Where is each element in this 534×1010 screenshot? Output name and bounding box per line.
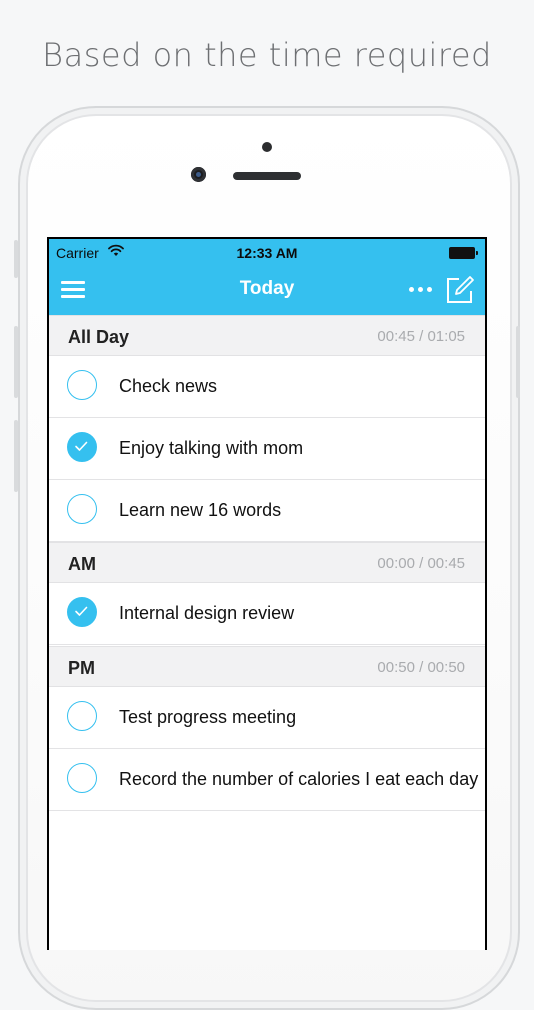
task-label: Record the number of calories I eat each… — [119, 769, 479, 789]
section-title: AM — [68, 554, 96, 574]
task-checkbox[interactable] — [67, 763, 97, 793]
task-label: Test progress meeting — [119, 707, 297, 727]
task-row[interactable]: Check news — [49, 356, 485, 418]
nav-bar: Today — [49, 265, 485, 315]
task-checkbox[interactable] — [67, 370, 97, 400]
top-bar: Carrier 12:33 AM Today — [49, 239, 485, 315]
task-row[interactable]: Learn new 16 words — [49, 480, 485, 542]
battery-icon — [449, 247, 478, 259]
power-button — [516, 326, 520, 398]
earpiece-speaker — [233, 172, 301, 180]
status-bar: Carrier 12:33 AM — [49, 239, 485, 265]
front-camera — [191, 167, 206, 182]
volume-down-button — [14, 420, 18, 492]
section-title: PM — [68, 658, 95, 678]
phone-screen: Carrier 12:33 AM Today All Day 00:45 / 0… — [47, 237, 487, 950]
caption: Based on the time required — [42, 36, 492, 74]
task-label: Enjoy talking with mom — [119, 438, 304, 458]
silent-switch — [14, 240, 18, 278]
task-checkbox[interactable] — [67, 494, 97, 524]
proximity-sensor — [262, 142, 272, 152]
section-header-pm: PM 00:50 / 00:50 — [49, 646, 485, 687]
volume-up-button — [14, 326, 18, 398]
task-row[interactable]: Test progress meeting — [49, 687, 485, 749]
section-header-am: AM 00:00 / 00:45 — [49, 542, 485, 583]
app-screen: Carrier 12:33 AM Today All Day 00:45 / 0… — [49, 239, 485, 950]
section-time: 00:50 / 00:50 — [377, 659, 465, 676]
task-row[interactable]: Internal design review — [49, 583, 485, 645]
task-row[interactable]: Record the number of calories I eat each… — [49, 749, 485, 811]
task-checkbox-checked[interactable] — [67, 597, 97, 627]
task-label: Check news — [119, 376, 218, 396]
status-time: 12:33 AM — [236, 245, 298, 261]
section-time: 00:00 / 00:45 — [377, 555, 465, 572]
task-row[interactable]: Enjoy talking with mom — [49, 418, 485, 480]
section-time: 00:45 / 01:05 — [377, 328, 465, 345]
more-dots-icon[interactable] — [409, 287, 437, 295]
task-label: Learn new 16 words — [119, 500, 282, 520]
task-label: Internal design review — [119, 603, 295, 623]
task-checkbox-checked[interactable] — [67, 432, 97, 462]
task-checkbox[interactable] — [67, 701, 97, 731]
compose-icon[interactable] — [445, 275, 475, 305]
section-title: All Day — [68, 327, 130, 347]
section-header-all-day: All Day 00:45 / 01:05 — [49, 315, 485, 356]
